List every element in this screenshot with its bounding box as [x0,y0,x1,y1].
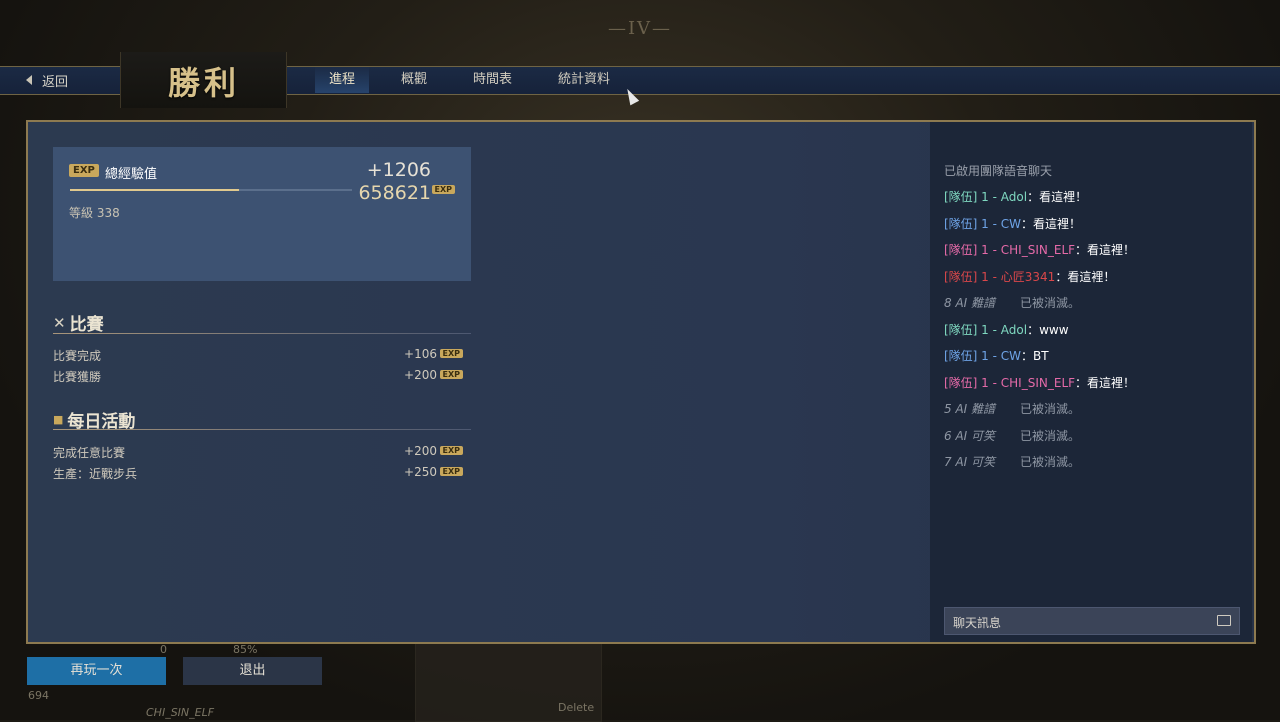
exp-gain-value: +1206 [366,159,431,181]
exp-row-label: 完成任意比賽 [53,446,126,460]
exp-row: 比賽獲勝 +200 EXP [53,368,463,386]
back-button[interactable]: 返回 [26,72,69,90]
exp-row-label: 比賽獲勝 [53,370,102,384]
chat-line: [隊伍] 1 - CHI_SIN_ELF：看這裡！ [944,374,1244,392]
exp-row-badge-icon: EXP [439,349,463,358]
page-title: 勝利 [168,64,241,102]
chat-message-text: ：看這裡！ [1027,190,1088,204]
exp-small-badge-icon: EXP [431,185,455,194]
chat-message-text: ：看這裡！ [1075,375,1136,390]
chat-line: [隊伍] 1 - CHI_SIN_ELF：看這裡！ [944,241,1244,259]
chat-system-message: 已被消滅。 [1020,428,1081,443]
match-section-label: 比賽 [69,315,104,335]
chat-line: [隊伍] 1 - Adol：看這裡！ [944,188,1244,206]
chat-message-text: ：看這裡！ [1075,243,1136,257]
exit-button[interactable]: 退出 [183,657,322,685]
chat-player-name: Adol [1000,322,1028,337]
chat-line: 8 AI 難譜 已被消滅。 [944,294,1244,312]
exp-row-label: 生產：近戰步兵 [53,467,138,481]
chat-system-name: 5 AI 難譜 [944,402,996,416]
exp-row-value: +200 [404,444,437,458]
chat-status-header: 已啟用團隊語音聊天 [944,164,1053,178]
chat-message-text: ：看這裡！ [1021,216,1082,231]
chat-team-prefix: [隊伍] 1 - [944,349,1001,363]
exp-row-label: 比賽完成 [53,349,102,363]
exp-row-value: +106 [404,347,437,361]
daily-section-divider [53,429,471,430]
match-section-divider [53,333,471,334]
chat-team-prefix: [隊伍] 1 - [944,190,1001,204]
tab-statistics[interactable]: 統計資料 [544,66,624,93]
chat-system-name: 8 AI 難譜 [944,296,996,310]
hud-player-name: CHI_SIN_ELF [146,706,215,719]
exp-total-value: 658621 [358,182,431,204]
tab-bar: 進程 概觀 時間表 統計資料 [315,66,642,93]
results-panel: EXP 總經驗值 +1206 658621 EXP 等級 338 ✕ 比賽 比賽… [26,120,1256,644]
tab-timeline[interactable]: 時間表 [459,66,526,93]
hud-percent-value: 85% [233,643,258,656]
exp-progress-fill [70,189,240,191]
back-arrow-icon [26,75,32,85]
exp-row-badge-icon: EXP [439,467,463,476]
chat-line: [隊伍] 1 - Adol：www [944,321,1244,339]
exp-summary-card: EXP 總經驗值 +1206 658621 EXP 等級 338 [53,147,471,281]
chat-player-name: CHI_SIN_ELF [1000,375,1076,390]
chat-team-prefix: [隊伍] 1 - [944,375,1001,390]
exp-row: 完成任意比賽 +200 EXP [53,444,463,462]
chat-team-prefix: [隊伍] 1 - [944,322,1001,337]
chat-line: 6 AI 可笑 已被消滅。 [944,427,1244,445]
chat-team-prefix: [隊伍] 1 - [944,243,1001,257]
back-button-label: 返回 [42,74,69,90]
hud-zero-value: 0 [160,643,167,656]
hotkey-panel: Delete [415,642,602,722]
chat-line: 5 AI 難譜 已被消滅。 [944,400,1244,418]
exp-row: 比賽完成 +106 EXP [53,347,463,365]
chat-player-name: CHI_SIN_ELF [1000,243,1076,257]
chat-panel: 已啟用團隊語音聊天 [隊伍] 1 - Adol：看這裡！ [隊伍] 1 - CW：… [930,122,1252,642]
exp-total-label: 總經驗值 [105,167,158,182]
exp-badge-icon: EXP [69,164,99,177]
exp-row: 生產：近戰步兵 +250 EXP [53,465,463,483]
chat-system-message: 已被消滅。 [1020,455,1081,469]
progress-area: EXP 總經驗值 +1206 658621 EXP 等級 338 ✕ 比賽 比賽… [28,122,928,642]
tab-overview[interactable]: 概觀 [387,66,441,93]
chat-system-message: 已被消滅。 [1020,402,1081,416]
chat-system-message: 已被消滅。 [1020,296,1081,310]
exp-row-badge-icon: EXP [439,446,463,455]
chat-input[interactable]: 聊天訊息 [944,607,1240,635]
chat-line: 7 AI 可笑 已被消滅。 [944,453,1244,471]
chat-bubble-icon[interactable] [1217,615,1231,626]
chat-system-name: 6 AI 可笑 [944,428,996,443]
match-section-title: ✕ 比賽 [53,310,104,336]
chat-system-name: 7 AI 可笑 [944,455,996,469]
chat-team-prefix: [隊伍] 1 - [944,269,1001,284]
chat-player-name: 心匠3341 [1000,269,1056,284]
chat-line: [隊伍] 1 - 心匠3341：看這裡！ [944,268,1244,286]
chat-message-text: ：BT [1021,349,1049,363]
player-level: 等級 338 [69,206,120,220]
hud-resource-value: 694 [28,689,49,702]
chat-input-placeholder: 聊天訊息 [953,616,1002,630]
chat-player-name: CW [1000,216,1022,231]
calendar-icon: ■ [53,413,64,426]
chat-line: [隊伍] 1 - CW：看這裡！ [944,215,1244,233]
chat-player-name: CW [1000,349,1022,363]
chat-message-text: ：www [1027,322,1069,337]
chat-line: [隊伍] 1 - CW：BT [944,347,1244,365]
exp-row-value: +250 [404,465,437,479]
exp-progress-bar [70,189,352,191]
chat-message-text: ：看這裡！ [1055,269,1116,284]
tab-progress[interactable]: 進程 [315,66,370,93]
chat-team-prefix: [隊伍] 1 - [944,216,1001,231]
exp-row-badge-icon: EXP [439,370,463,379]
crossed-swords-icon: ✕ [53,313,66,332]
exp-row-value: +200 [404,368,437,382]
background-era-label: —IV— [607,18,673,39]
play-again-button[interactable]: 再玩一次 [27,657,166,685]
chat-player-name: Adol [1000,190,1028,204]
hud-delete-label: Delete [558,701,595,714]
